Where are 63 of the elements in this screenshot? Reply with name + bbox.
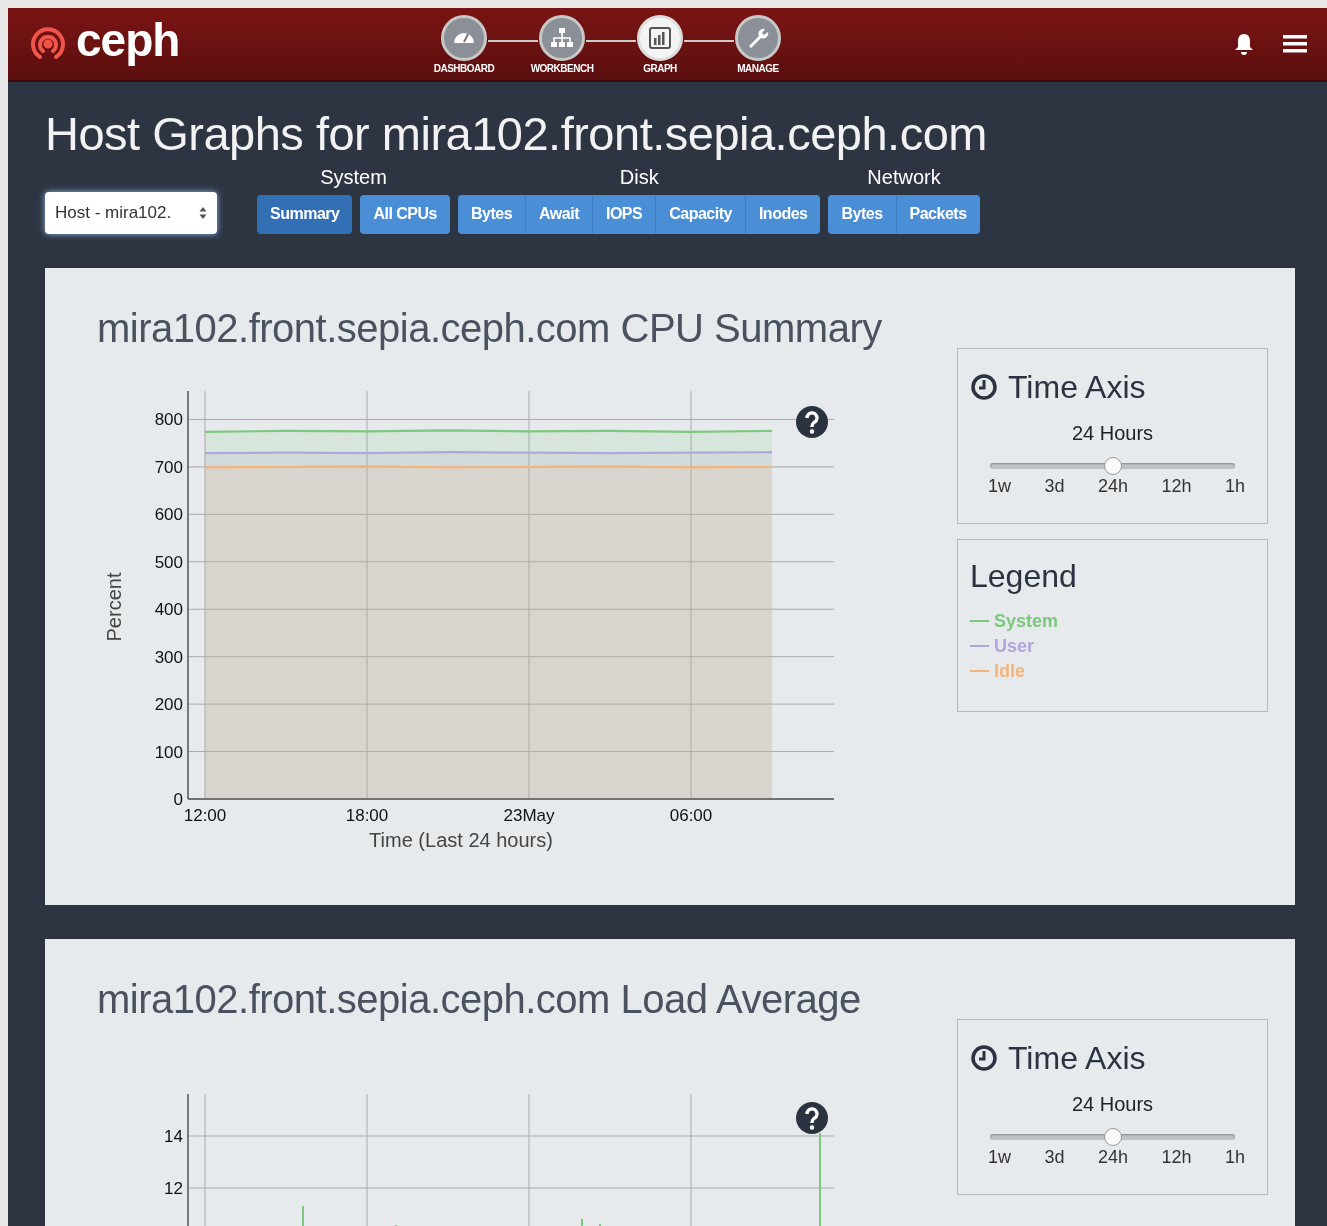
y-tick-label: 200 bbox=[154, 694, 183, 714]
slider-stop-label: 1w bbox=[988, 475, 1011, 497]
legend-label: User bbox=[994, 635, 1035, 657]
y-tick-label: 500 bbox=[154, 552, 183, 572]
y-tick-label: 600 bbox=[154, 505, 183, 525]
y-tick-label: 800 bbox=[154, 410, 183, 430]
group-label: Network bbox=[867, 165, 941, 189]
time-range-reading: 24 Hours bbox=[1070, 1092, 1155, 1116]
slider-stop-label: 1h bbox=[1224, 1146, 1245, 1168]
graph-button[interactable]: All CPUs bbox=[360, 194, 450, 234]
menu-icon[interactable] bbox=[1283, 33, 1307, 55]
legend-title: Legend bbox=[970, 557, 1078, 595]
y-tick-label: 0 bbox=[173, 789, 183, 809]
panel-title: mira102.front.sepia.ceph.com Load Average bbox=[97, 976, 862, 1022]
slider-stop-label: 24h bbox=[1097, 475, 1128, 497]
y-tick-label: 14 bbox=[164, 1126, 183, 1146]
y-tick-label: 700 bbox=[154, 457, 183, 477]
sort-caret-icon bbox=[199, 205, 207, 220]
host-select[interactable]: Host - mira102. bbox=[45, 191, 217, 234]
x-axis-title: Time (Last 24 hours) bbox=[369, 828, 553, 851]
slider-stop-label: 3d bbox=[1044, 475, 1065, 497]
graph-button[interactable]: Bytes bbox=[828, 194, 896, 234]
slider-thumb[interactable] bbox=[1103, 456, 1122, 475]
y-tick-label: 100 bbox=[154, 742, 183, 762]
graph-button[interactable]: Summary bbox=[257, 194, 353, 234]
time-range-slider[interactable] bbox=[990, 455, 1235, 476]
slider-stop-label: 12h bbox=[1161, 1146, 1192, 1168]
slider-stop-label: 24h bbox=[1097, 1146, 1128, 1168]
time-axis-title: Time Axis bbox=[1008, 1039, 1146, 1077]
bar-chart-icon bbox=[647, 24, 673, 51]
time-range-reading: 24 Hours bbox=[1070, 421, 1155, 445]
legend-label: System bbox=[994, 610, 1059, 632]
graph-button[interactable]: Capacity bbox=[655, 194, 745, 234]
x-tick-label: 18:00 bbox=[345, 805, 389, 825]
x-tick-label: 23May bbox=[503, 805, 555, 825]
y-axis-title: Percent bbox=[103, 572, 125, 642]
x-tick-label: 06:00 bbox=[669, 805, 713, 825]
graph-button[interactable]: Inodes bbox=[744, 194, 821, 234]
group-label: Disk bbox=[619, 165, 659, 189]
panel-title: mira102.front.sepia.ceph.com CPU Summary bbox=[97, 305, 883, 351]
y-tick-label: 400 bbox=[154, 599, 183, 619]
graph-button[interactable]: IOPS bbox=[591, 194, 656, 234]
y-tick-label: 300 bbox=[154, 647, 183, 667]
group-label: System bbox=[320, 165, 387, 189]
x-tick-label: 12:00 bbox=[183, 805, 227, 825]
y-tick-label: 12 bbox=[164, 1178, 183, 1198]
clock-icon bbox=[970, 1044, 998, 1073]
slider-stop-label: 1h bbox=[1224, 475, 1245, 497]
graph-button[interactable]: Bytes bbox=[458, 194, 526, 234]
time-range-slider[interactable] bbox=[990, 1126, 1235, 1147]
notification-bell-icon[interactable] bbox=[1233, 32, 1255, 56]
graph-button[interactable]: Await bbox=[525, 194, 592, 234]
graph-button[interactable]: Packets bbox=[895, 194, 980, 234]
slider-thumb[interactable] bbox=[1103, 1127, 1122, 1146]
help-icon[interactable] bbox=[796, 1101, 828, 1134]
slider-stop-label: 1w bbox=[988, 1146, 1011, 1168]
help-icon[interactable] bbox=[796, 405, 828, 438]
slider-stop-label: 3d bbox=[1044, 1146, 1065, 1168]
legend-label: Idle bbox=[994, 660, 1025, 682]
clock-icon bbox=[970, 373, 998, 402]
slider-stop-label: 12h bbox=[1161, 475, 1192, 497]
time-axis-title: Time Axis bbox=[1008, 368, 1146, 406]
page-title: Host Graphs for mira102.front.sepia.ceph.com bbox=[45, 108, 988, 160]
